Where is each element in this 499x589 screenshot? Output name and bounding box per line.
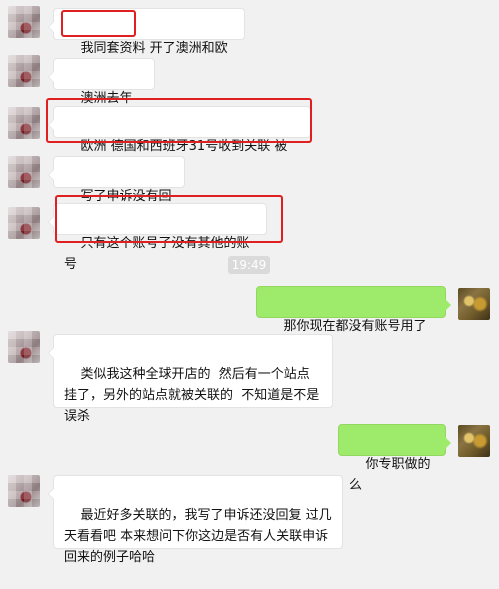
message-bubble-incoming[interactable]: 类似我这种全球开店的 然后有一个站点挂了，另外的站点就被关联的 不知道是不是误杀 — [48, 334, 333, 424]
contact-avatar[interactable] — [8, 331, 40, 363]
contact-avatar[interactable] — [8, 6, 40, 38]
message-bubble-outgoing[interactable]: 你专职做的么 — [338, 424, 451, 493]
message-bubble-outgoing[interactable]: 那你现在都没有账号用了么 — [256, 286, 451, 355]
message-bubble-incoming[interactable]: 我同套资料 开了澳洲和欧洲 — [48, 8, 245, 77]
message-bubble-incoming[interactable]: 只有这个账号了没有其他的账号 — [48, 203, 267, 272]
message-text: 最近好多关联的，我写了申诉还没回复 过几天看看吧 本来想问下你这边是否有人关联申… — [64, 508, 332, 565]
message-bubble-incoming[interactable]: 澳洲去年挂了 — [48, 58, 155, 127]
contact-avatar[interactable] — [8, 207, 40, 239]
message-text: 你专职做的么 — [349, 457, 431, 493]
user-avatar[interactable] — [458, 288, 490, 320]
contact-avatar[interactable] — [8, 55, 40, 87]
message-bubble-incoming[interactable]: 最近好多关联的，我写了申诉还没回复 过几天看看吧 本来想问下你这边是否有人关联申… — [48, 475, 343, 565]
message-bubble-incoming[interactable]: 欧洲 德国和西班牙31号收到关联 被关了 — [48, 106, 311, 175]
user-avatar[interactable] — [458, 425, 490, 457]
contact-avatar[interactable] — [8, 475, 40, 507]
message-text: 只有这个账号了没有其他的账号 — [64, 236, 250, 272]
contact-avatar[interactable] — [8, 156, 40, 188]
message-text: 类似我这种全球开店的 然后有一个站点挂了，另外的站点就被关联的 不知道是不是误杀 — [64, 367, 320, 424]
message-bubble-incoming[interactable]: 写了申诉没有回复 — [48, 156, 185, 225]
timestamp: 19:49 — [228, 256, 270, 274]
contact-avatar[interactable] — [8, 107, 40, 139]
chat-window: 我同套资料 开了澳洲和欧洲 澳洲去年挂了 欧洲 德国和西班牙31号收到关联 被关… — [0, 0, 499, 565]
